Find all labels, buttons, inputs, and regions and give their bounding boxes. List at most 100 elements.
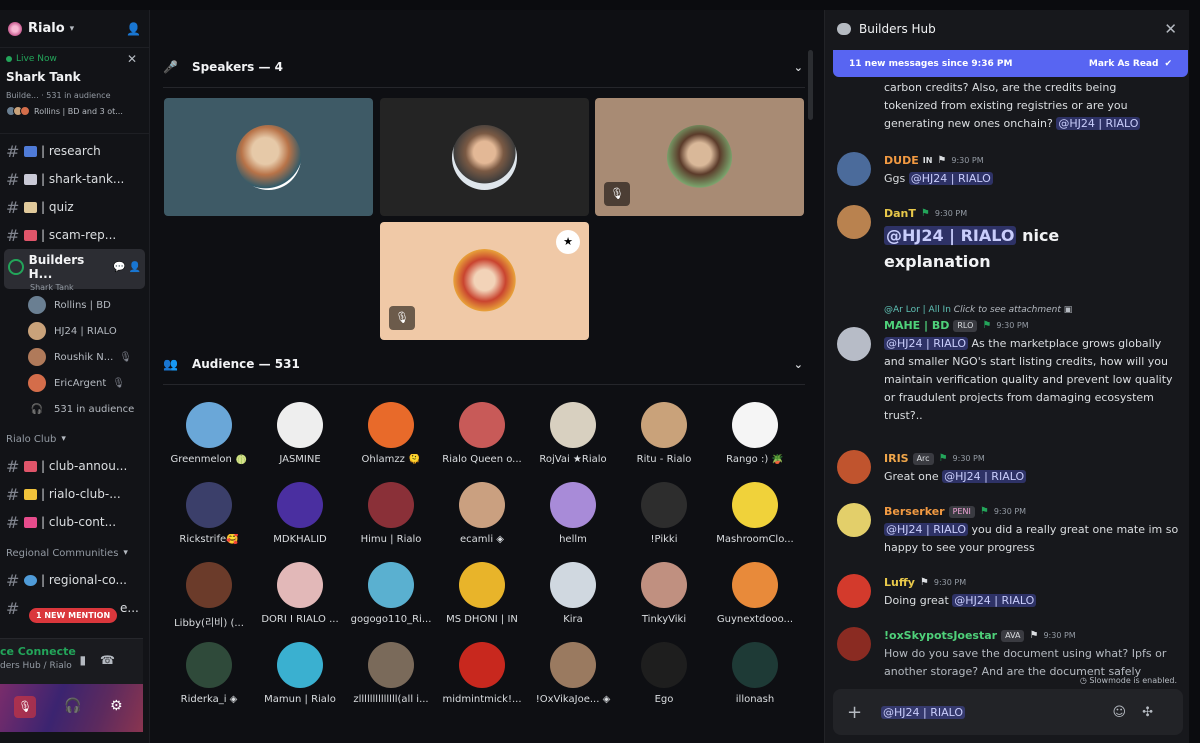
chat-bubble-icon[interactable]: 💬 <box>113 262 125 273</box>
audience-member[interactable]: DORI I RIALO ... <box>254 562 346 625</box>
avatar[interactable] <box>837 627 871 661</box>
audience-member[interactable]: gogogo110_Ri... <box>345 562 437 625</box>
audience-member[interactable]: Riderka_i ◈ <box>163 642 255 705</box>
avatar[interactable] <box>837 503 871 537</box>
user-mention[interactable]: @HJ24 | RIALO <box>884 337 969 350</box>
audience-member[interactable]: Libby(리비) (... <box>163 562 255 629</box>
emoji-icon[interactable]: ☺ <box>1113 705 1143 720</box>
apps-icon[interactable]: ✣ <box>1142 705 1169 720</box>
user-mention[interactable]: @HJ24 | RIALO <box>942 470 1027 483</box>
message[interactable]: Luffy ⚑ 9:30 PM Doing great @HJ24 | RIALO <box>837 574 1182 610</box>
channel-quiz[interactable]: # | quiz <box>0 193 149 221</box>
author-name[interactable]: Luffy <box>884 574 915 592</box>
avatar[interactable] <box>837 152 871 186</box>
plus-icon[interactable]: + <box>847 702 881 723</box>
voice-member[interactable]: Rollins | BD <box>28 292 149 318</box>
user-mention[interactable]: @HJ24 | RIALO <box>884 523 969 536</box>
reply-user[interactable]: @Ar Lor | All In <box>884 305 951 315</box>
speaker-tile[interactable]: 🎙 ★ <box>380 222 589 340</box>
message[interactable]: !oxSkypotsJoestar AVA ⚑ 9:30 PM How do you … <box>837 627 1182 677</box>
voice-member[interactable]: HJ24 | RIALO <box>28 318 149 344</box>
author-name[interactable]: !oxSkypotsJoestar <box>884 627 997 645</box>
user-mention[interactable]: @HJ24 | RIALO <box>908 172 993 185</box>
audience-member[interactable]: midmintmick!... <box>436 642 528 705</box>
composer-input[interactable]: @HJ24 | RIALO <box>881 705 966 719</box>
scrollbar[interactable] <box>808 50 813 120</box>
author-name[interactable]: IRIS <box>884 450 909 468</box>
audience-member[interactable]: Greenmelon 🍈 <box>163 402 255 465</box>
audience-member[interactable]: RojVai ★Rialo <box>527 402 619 465</box>
channel-shark-tank[interactable]: # | shark-tank... <box>0 165 149 193</box>
audience-member[interactable]: JASMINE <box>254 402 346 465</box>
avatar[interactable] <box>837 327 871 361</box>
server-header[interactable]: Rialo ▾ 👤 <box>0 10 149 48</box>
audience-member[interactable]: Rickstrife🥰 <box>163 482 255 545</box>
category-regional[interactable]: Regional Communities ▾ <box>0 540 149 566</box>
signal-icon[interactable]: ▮ <box>79 653 100 667</box>
close-icon[interactable]: ✕ <box>1164 20 1177 38</box>
audience-member[interactable]: Himu | Rialo <box>345 482 437 545</box>
avatar[interactable] <box>837 205 871 239</box>
author-name[interactable]: Berserker <box>884 503 945 521</box>
invite-icon[interactable]: 👤 <box>126 22 141 36</box>
reply-reference[interactable]: @Ar Lor | All In Click to see attachment… <box>884 305 1182 315</box>
disconnect-icon[interactable]: ☎ <box>100 653 129 667</box>
message[interactable]: carbon credits? Also, are the credits be… <box>837 79 1182 133</box>
live-stage-card[interactable]: Live Now ✕ Shark Tank Builde... · 531 in… <box>0 48 149 134</box>
audience-member[interactable]: MS DHONI | IN <box>436 562 528 625</box>
gear-icon[interactable]: ⚙ <box>110 698 123 714</box>
audience-member[interactable]: MashroomClo... <box>709 482 801 545</box>
audience-member[interactable]: Mamun | Rialo <box>254 642 346 705</box>
audience-member[interactable]: MDKHALID <box>254 482 346 545</box>
channel-club-content[interactable]: # | club-cont... <box>0 508 149 536</box>
channel-scam-report[interactable]: # | scam-rep... <box>0 221 149 249</box>
audience-member[interactable]: !Pikki <box>618 482 710 545</box>
audience-member[interactable]: illonash <box>709 642 801 705</box>
message[interactable]: @Ar Lor | All In Click to see attachment… <box>837 305 1182 425</box>
audience-member[interactable]: TinkyViki <box>618 562 710 625</box>
user-mention[interactable]: @HJ24 | RIALO <box>1056 117 1141 130</box>
speaker-tile[interactable]: 🎙 <box>595 98 804 216</box>
audience-member[interactable]: Ego <box>618 642 710 705</box>
audience-header[interactable]: 👥 Audience — 531 ⌄ <box>163 357 803 371</box>
invite-icon[interactable]: 👤 <box>129 262 141 273</box>
audience-member[interactable]: Ritu - Rialo <box>618 402 710 465</box>
category-rialo-club[interactable]: Rialo Club ▾ <box>0 426 149 452</box>
speakers-header[interactable]: 🎤 Speakers — 4 ⌄ <box>163 60 803 74</box>
channel-club-announcements[interactable]: # | club-annou... <box>0 452 149 480</box>
audience-member[interactable]: hellm <box>527 482 619 545</box>
speaker-tile[interactable] <box>164 98 373 216</box>
avatar[interactable] <box>837 574 871 608</box>
voice-member[interactable]: EricArgent 🎙 <box>28 370 149 396</box>
audience-member[interactable]: Ohlamzz 🫠 <box>345 402 437 465</box>
message[interactable]: DanT ⚑ 9:30 PM @HJ24 | RIALO nice explanat… <box>837 205 1182 275</box>
mark-as-read-button[interactable]: Mark As Read <box>1089 59 1159 69</box>
speaker-tile[interactable] <box>380 98 589 216</box>
user-mention[interactable]: @HJ24 | RIALO <box>952 594 1037 607</box>
audience-member[interactable]: Kira <box>527 562 619 625</box>
headphones-icon[interactable]: 🎧 <box>64 698 81 714</box>
channel-rialo-club[interactable]: # | rialo-club-... <box>0 480 149 508</box>
channel-builders-hub[interactable]: Builders H... 💬 👤 Shark Tank <box>4 249 145 292</box>
message[interactable]: DUDE IN ⚑ 9:30 PM Ggs @HJ24 | RIALO <box>837 152 1182 188</box>
mic-off-icon[interactable]: 🎙 <box>14 696 36 718</box>
new-mention-pill[interactable]: 1 NEW MENTION <box>29 608 118 623</box>
audience-count[interactable]: 🎧 531 in audience <box>28 396 149 422</box>
author-name[interactable]: MAHE | BD <box>884 317 949 335</box>
audience-member[interactable]: Rialo Queen o... <box>436 402 528 465</box>
message[interactable]: IRIS Arc ⚑ 9:30 PM Great one @HJ24 | RIALO <box>837 450 1182 486</box>
audience-member[interactable]: !OxVikaJoe... ◈ <box>527 642 619 705</box>
channel-regional[interactable]: # | regional-co... <box>0 566 149 594</box>
avatar[interactable] <box>837 450 871 484</box>
audience-member[interactable]: ecamli ◈ <box>436 482 528 545</box>
close-icon[interactable]: ✕ <box>127 52 137 66</box>
chevron-down-icon[interactable]: ⌄ <box>794 61 803 74</box>
message[interactable]: Berserker PENI ⚑ 9:30 PM @HJ24 | RIALO you … <box>837 503 1182 557</box>
chevron-down-icon[interactable]: ⌄ <box>794 358 803 371</box>
channel-research[interactable]: # | research <box>0 137 149 165</box>
author-name[interactable]: DUDE <box>884 152 919 170</box>
new-messages-bar[interactable]: 11 new messages since 9:36 PM Mark As Re… <box>833 50 1188 77</box>
message-composer[interactable]: + @HJ24 | RIALO ☺✣ <box>833 689 1183 735</box>
audience-member[interactable]: Guynextdooo... <box>709 562 801 625</box>
author-name[interactable]: DanT <box>884 205 916 223</box>
